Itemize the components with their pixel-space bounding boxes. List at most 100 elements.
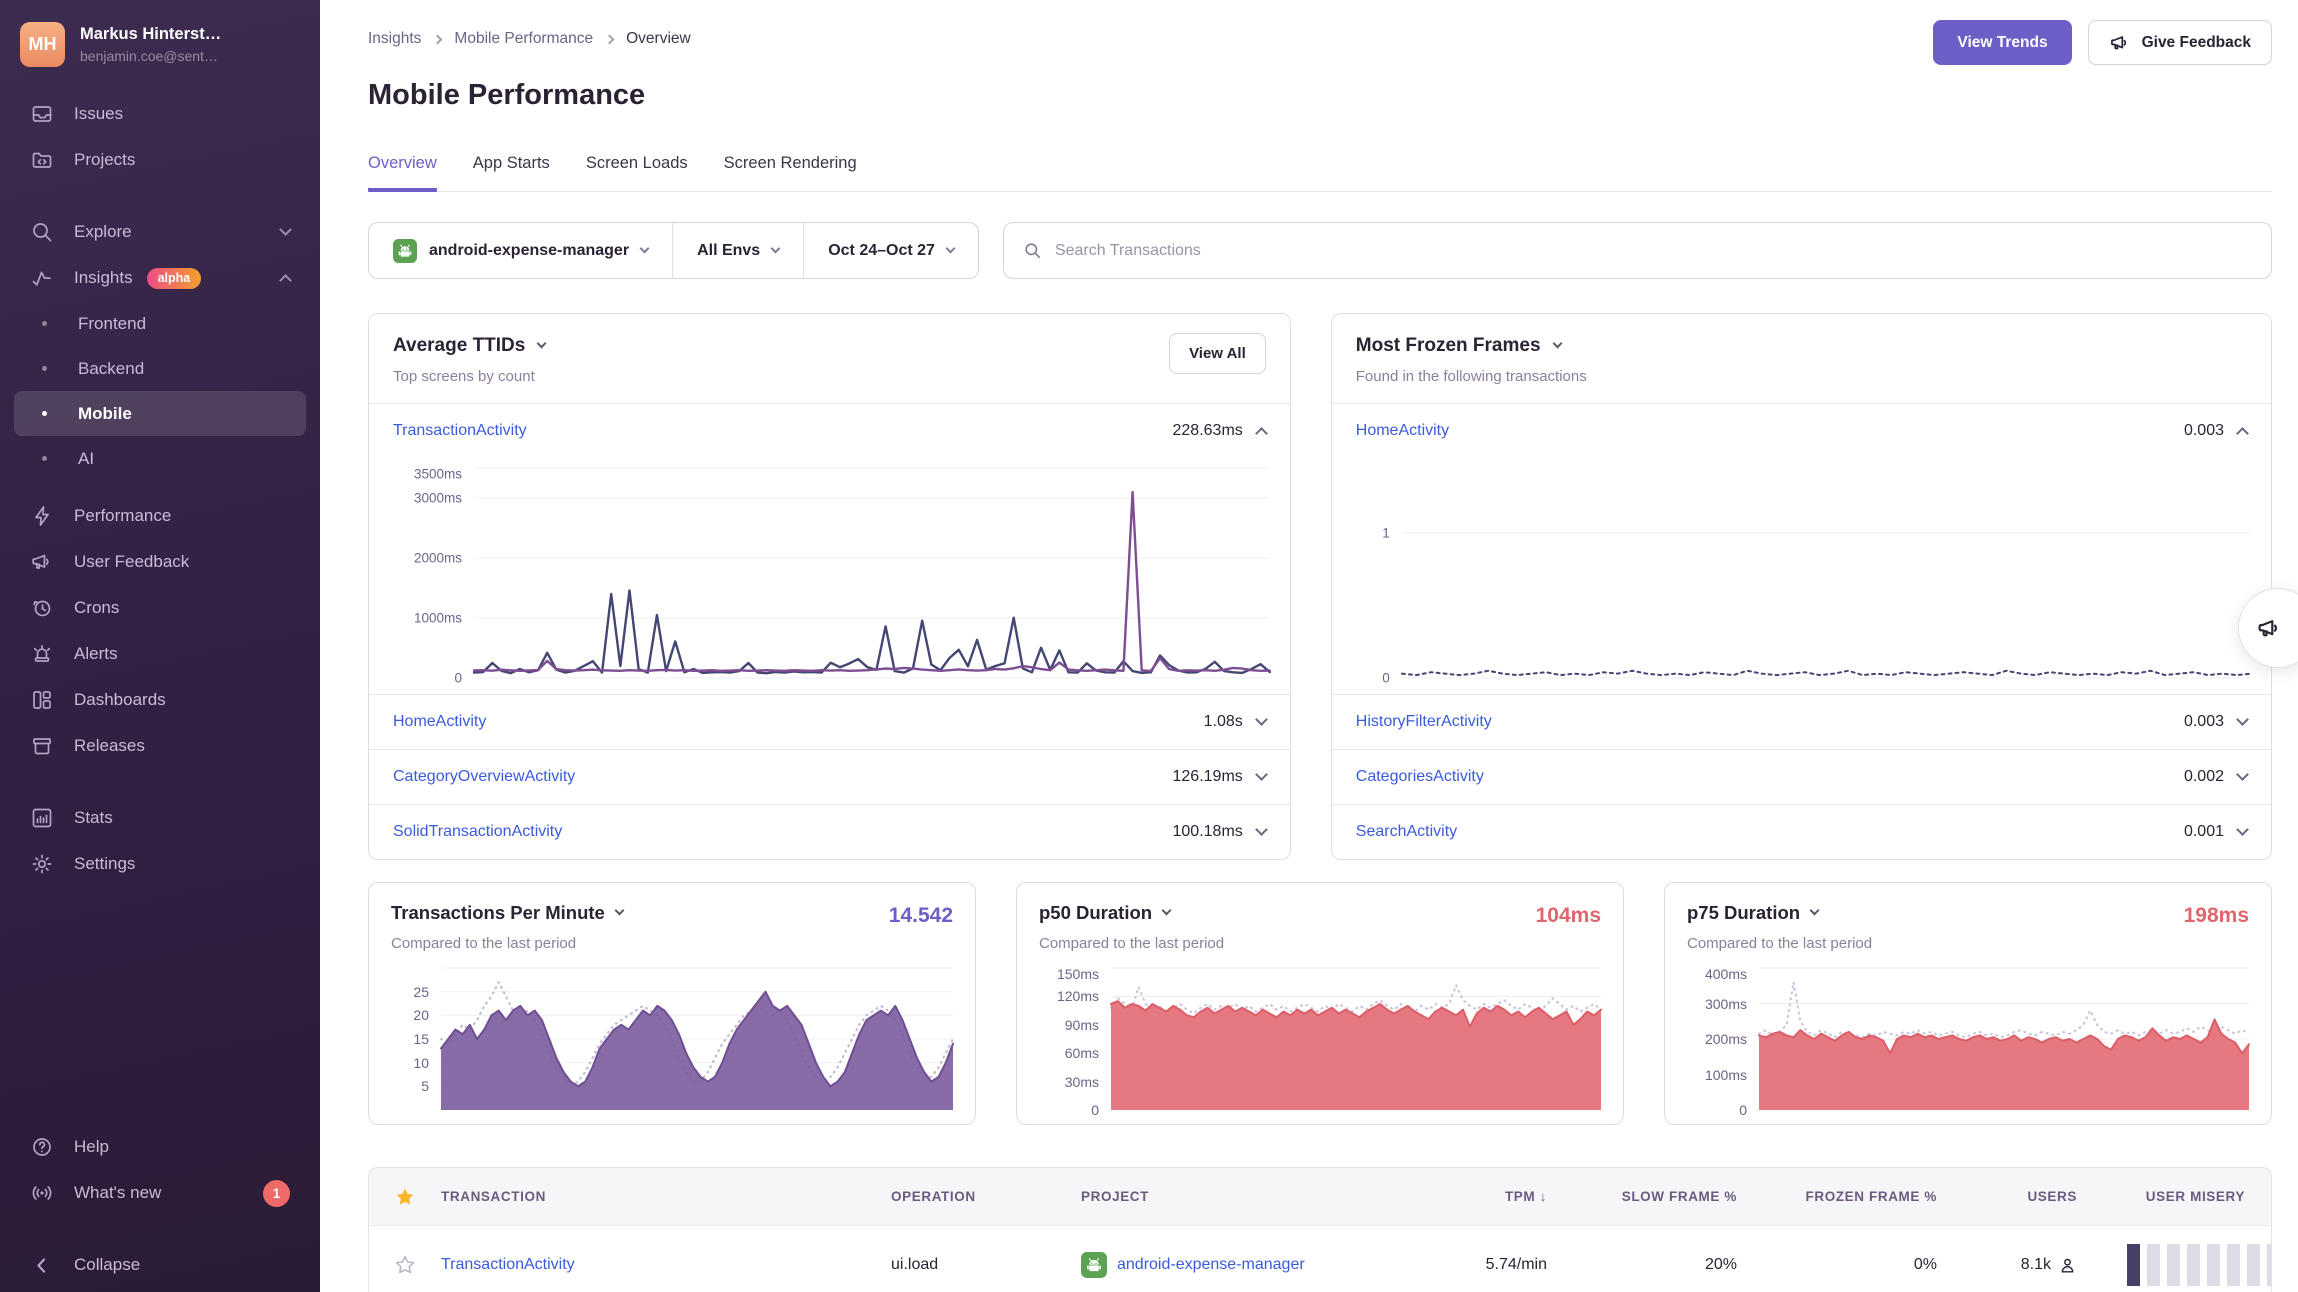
column-header-transaction[interactable]: TRANSACTION (441, 1189, 891, 1204)
frozen-row-search[interactable]: SearchActivity 0.001 (1332, 804, 2271, 859)
star-outline-icon[interactable] (394, 1254, 416, 1276)
transaction-link[interactable]: SearchActivity (1356, 823, 1457, 841)
tab-screen-rendering[interactable]: Screen Rendering (724, 154, 857, 192)
sidebar-item-label: Help (74, 1137, 109, 1157)
card-title-label: p50 Duration (1039, 902, 1152, 924)
column-header-slow-frame[interactable]: SLOW FRAME % (1551, 1189, 1741, 1204)
transaction-link[interactable]: HomeActivity (1356, 422, 1449, 440)
breadcrumb-insights[interactable]: Insights (368, 30, 421, 48)
column-header-operation[interactable]: OPERATION (891, 1189, 1081, 1204)
sidebar-item-label: Performance (74, 506, 171, 526)
sidebar-item-performance[interactable]: Performance (14, 493, 306, 539)
tab-app-starts[interactable]: App Starts (473, 154, 550, 192)
transaction-link[interactable]: SolidTransactionActivity (393, 823, 562, 841)
transaction-link[interactable]: HomeActivity (393, 713, 486, 731)
sidebar-item-explore[interactable]: Explore (14, 209, 306, 255)
ttid-row-expanded[interactable]: TransactionActivity 228.63ms (369, 403, 1290, 458)
misery-bar-segment (2187, 1244, 2200, 1286)
tpm-area-chart[interactable] (441, 968, 953, 1110)
frozen-row-categories[interactable]: CategoriesActivity 0.002 (1332, 749, 2271, 804)
column-header-frozen-frame[interactable]: FROZEN FRAME % (1741, 1189, 1941, 1204)
user-menu[interactable]: MH Markus Hinterst… benjamin.coe@sent… (0, 0, 320, 79)
ttid-row-home[interactable]: HomeActivity 1.08s (369, 694, 1290, 749)
frozen-line-chart[interactable] (1402, 468, 2251, 678)
p50-chart: 150ms 120ms 90ms 60ms 30ms 0 (1039, 968, 1601, 1110)
project-link[interactable]: android-expense-manager (1117, 1256, 1305, 1274)
sidebar-item-whats-new[interactable]: What's new 1 (14, 1170, 306, 1216)
sidebar-item-mobile[interactable]: Mobile (14, 391, 306, 436)
clock-icon (30, 596, 54, 620)
project-selector[interactable]: android-expense-manager (369, 223, 672, 278)
y-tick-label: 5 (421, 1078, 429, 1094)
sidebar-item-label: Collapse (74, 1255, 140, 1275)
tab-screen-loads[interactable]: Screen Loads (586, 154, 688, 192)
android-platform-icon (393, 239, 417, 263)
ttid-row-category-overview[interactable]: CategoryOverviewActivity 126.19ms (369, 749, 1290, 804)
sidebar-item-releases[interactable]: Releases (14, 723, 306, 769)
sidebar-item-help[interactable]: Help (14, 1124, 306, 1170)
sidebar-item-label: Releases (74, 736, 145, 756)
y-tick-label: 0 (1382, 671, 1390, 686)
tpm-title[interactable]: Transactions Per Minute (391, 902, 953, 924)
alpha-badge: alpha (147, 268, 202, 289)
operation-cell: ui.load (891, 1256, 1081, 1274)
sidebar-item-label: Projects (74, 150, 135, 170)
p50-title[interactable]: p50 Duration (1039, 902, 1601, 924)
chevron-up-icon (2236, 427, 2249, 440)
tab-overview[interactable]: Overview (368, 154, 437, 192)
sidebar-item-label: Alerts (74, 644, 117, 664)
sidebar-item-frontend[interactable]: Frontend (14, 301, 306, 346)
sidebar-item-settings[interactable]: Settings (14, 841, 306, 887)
y-tick-label: 90ms (1065, 1017, 1099, 1033)
transaction-link[interactable]: TransactionActivity (393, 422, 527, 440)
p50-area-chart[interactable] (1111, 968, 1601, 1110)
most-frozen-frames-panel: Most Frozen Frames Found in the followin… (1331, 313, 2272, 860)
star-icon[interactable] (394, 1186, 416, 1208)
sidebar-item-ai[interactable]: AI (14, 436, 306, 481)
user-name: Markus Hinterst… (80, 25, 221, 44)
sidebar-item-alerts[interactable]: Alerts (14, 631, 306, 677)
breadcrumb-mobile-performance[interactable]: Mobile Performance (454, 30, 593, 48)
sidebar-item-backend[interactable]: Backend (14, 346, 306, 391)
column-header-project[interactable]: PROJECT (1081, 1189, 1381, 1204)
environment-selector[interactable]: All Envs (672, 223, 803, 278)
chevron-down-icon (1810, 906, 1820, 916)
transaction-link[interactable]: HistoryFilterActivity (1356, 713, 1492, 731)
sidebar-item-stats[interactable]: Stats (14, 795, 306, 841)
p75-title[interactable]: p75 Duration (1687, 902, 2249, 924)
misery-bar-segment (2127, 1244, 2140, 1286)
sidebar-item-dashboards[interactable]: Dashboards (14, 677, 306, 723)
p75-area-chart[interactable] (1759, 968, 2249, 1110)
view-all-button[interactable]: View All (1169, 333, 1266, 374)
project-cell[interactable]: android-expense-manager (1081, 1252, 1381, 1278)
breadcrumb-overview: Overview (626, 30, 691, 48)
column-header-tpm[interactable]: TPM ↓ (1381, 1189, 1551, 1204)
frozen-value: 0.003 (2184, 713, 2224, 731)
transaction-link[interactable]: CategoriesActivity (1356, 768, 1484, 786)
transaction-link[interactable]: CategoryOverviewActivity (393, 768, 575, 786)
sidebar-item-issues[interactable]: Issues (14, 91, 306, 137)
average-ttids-title[interactable]: Average TTIDs (393, 335, 1266, 357)
ttid-row-solid-transaction[interactable]: SolidTransactionActivity 100.18ms (369, 804, 1290, 859)
date-range-selector[interactable]: Oct 24–Oct 27 (803, 223, 978, 278)
view-trends-button[interactable]: View Trends (1933, 20, 2071, 65)
ttid-line-chart[interactable] (474, 468, 1270, 678)
sidebar-item-insights[interactable]: Insights alpha (14, 255, 306, 301)
sidebar-item-crons[interactable]: Crons (14, 585, 306, 631)
frozen-row-history-filter[interactable]: HistoryFilterActivity 0.003 (1332, 694, 2271, 749)
most-frozen-frames-title[interactable]: Most Frozen Frames (1356, 335, 2247, 357)
column-header-users[interactable]: USERS (1941, 1189, 2081, 1204)
sidebar-item-projects[interactable]: Projects (14, 137, 306, 183)
give-feedback-button[interactable]: Give Feedback (2088, 20, 2272, 65)
average-ttids-subtitle: Top screens by count (393, 368, 1266, 385)
column-header-user-misery[interactable]: USER MISERY (2081, 1189, 2271, 1204)
chevron-down-icon (614, 906, 624, 916)
sidebar-collapse-button[interactable]: Collapse (14, 1242, 306, 1288)
sidebar-item-label: AI (78, 449, 94, 469)
transaction-link[interactable]: TransactionActivity (441, 1256, 891, 1274)
sidebar-item-label: User Feedback (74, 552, 189, 572)
sidebar-item-user-feedback[interactable]: User Feedback (14, 539, 306, 585)
search-input[interactable] (1055, 242, 2252, 260)
frozen-row-expanded[interactable]: HomeActivity 0.003 (1332, 403, 2271, 458)
project-selector-label: android-expense-manager (429, 242, 629, 260)
